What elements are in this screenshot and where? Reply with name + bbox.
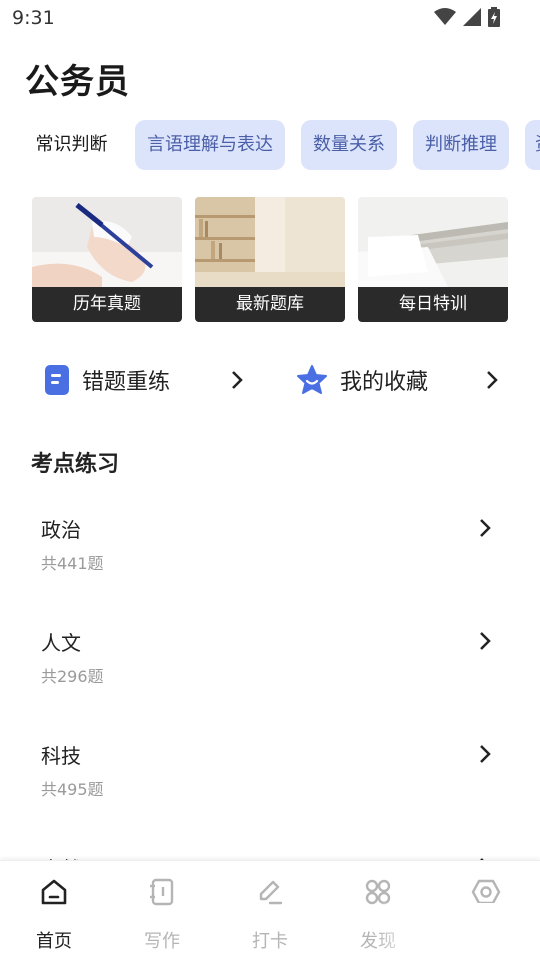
- battery-icon: [488, 7, 500, 27]
- chevron-right-icon: [480, 519, 491, 537]
- writing-hand-image: [32, 197, 182, 287]
- section-title: 考点练习: [31, 452, 120, 477]
- chip-common-sense[interactable]: 常识判断: [24, 120, 119, 170]
- signal-icon: [463, 8, 481, 26]
- topic-title: 科技: [41, 744, 81, 768]
- watermark-fade: [375, 903, 495, 958]
- document-icon: [45, 365, 69, 395]
- tab-writing-label: 写作: [144, 931, 180, 952]
- chevron-right-icon: [487, 371, 498, 389]
- pen-icon: [259, 880, 283, 905]
- chevron-right-icon: [480, 745, 491, 763]
- wrong-practice-label: 错题重练: [82, 370, 171, 395]
- status-time: 9:31: [12, 7, 55, 29]
- chip-quantitative[interactable]: 数量关系: [301, 120, 397, 170]
- home-icon: [41, 879, 67, 905]
- status-icons: [434, 7, 500, 27]
- category-chips: 常识判断 言语理解与表达 数量关系 判断推理 资料分析: [0, 120, 540, 170]
- status-bar: 9:31: [0, 0, 540, 36]
- card-daily-training[interactable]: 每日特训: [358, 197, 508, 322]
- topic-item-humanities[interactable]: 人文 共296题: [0, 627, 540, 707]
- wifi-icon: [434, 8, 456, 25]
- chevron-right-icon: [232, 371, 243, 389]
- chip-verbal[interactable]: 言语理解与表达: [135, 120, 285, 170]
- topic-title: 人文: [41, 631, 81, 655]
- chip-data-analysis[interactable]: 资料分析: [525, 120, 540, 170]
- bottom-tab-bar: 首页 写作 打卡 发现: [0, 860, 540, 960]
- page-title: 公务员: [25, 62, 130, 102]
- chevron-right-icon: [480, 632, 491, 650]
- tab-checkin-label: 打卡: [252, 931, 288, 952]
- favorites-entry[interactable]: 我的收藏: [296, 358, 428, 402]
- card-latest-bank-label: 最新题库: [195, 287, 345, 322]
- tab-home-label: 首页: [36, 931, 72, 952]
- tab-writing[interactable]: 写作: [108, 861, 216, 960]
- topic-count: 共296题: [41, 667, 104, 686]
- feature-cards: 历年真题 最新题库 每日特训: [0, 197, 540, 322]
- bookshelf-image: [195, 197, 345, 287]
- tab-checkin[interactable]: 打卡: [216, 861, 324, 960]
- topic-item-technology[interactable]: 科技 共495题: [0, 740, 540, 820]
- star-icon: [297, 365, 327, 394]
- topic-count: 共495题: [41, 780, 104, 799]
- tab-home[interactable]: 首页: [0, 861, 108, 960]
- topic-item-politics[interactable]: 政治 共441题: [0, 514, 540, 594]
- card-past-exams-label: 历年真题: [32, 287, 182, 322]
- card-daily-training-label: 每日特训: [358, 287, 508, 322]
- wrong-practice-entry[interactable]: 错题重练: [44, 358, 170, 402]
- favorites-label: 我的收藏: [340, 370, 429, 395]
- notebook-icon: [150, 878, 174, 906]
- card-past-exams[interactable]: 历年真题: [32, 197, 182, 322]
- topic-title: 政治: [41, 518, 81, 542]
- topic-count: 共441题: [41, 554, 104, 573]
- card-latest-bank[interactable]: 最新题库: [195, 197, 345, 322]
- chip-reasoning[interactable]: 判断推理: [413, 120, 509, 170]
- papers-stack-image: [358, 197, 508, 287]
